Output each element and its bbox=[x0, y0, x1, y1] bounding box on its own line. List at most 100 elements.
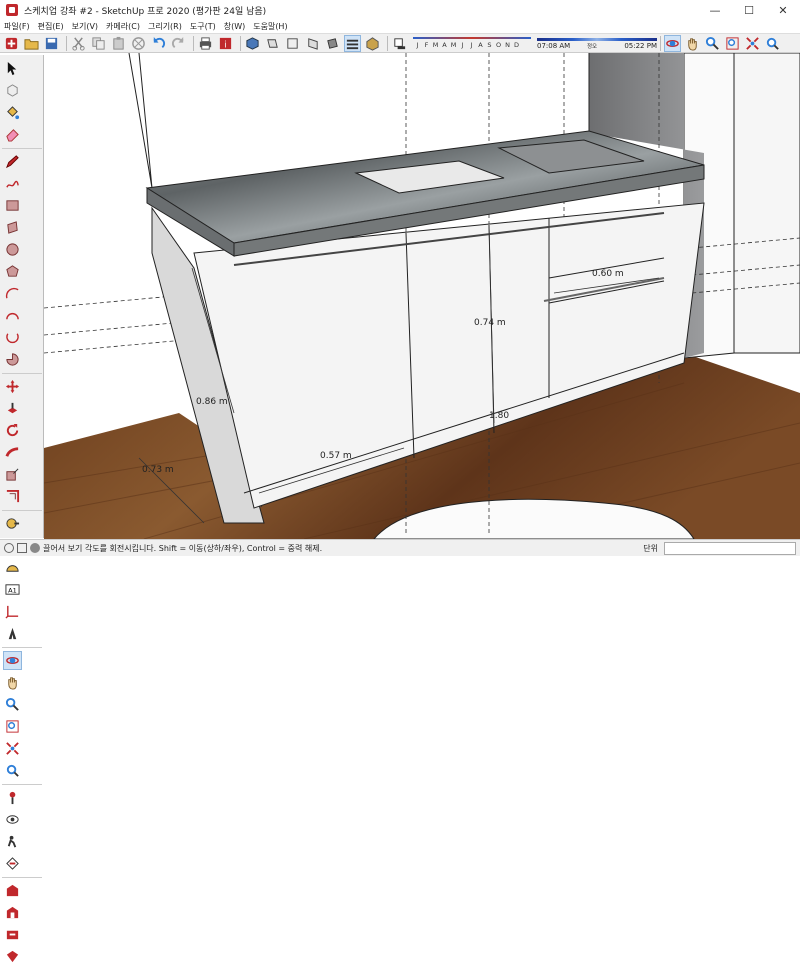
menu-file[interactable]: 파일(F) bbox=[0, 21, 34, 32]
month-label: O bbox=[495, 40, 502, 49]
zoom-icon[interactable] bbox=[704, 35, 721, 52]
rotate-icon[interactable] bbox=[3, 421, 22, 440]
select-arrow-icon[interactable] bbox=[3, 59, 22, 78]
geo-location-icon[interactable] bbox=[4, 543, 14, 553]
menu-draw[interactable]: 그리기(R) bbox=[144, 21, 186, 32]
cut-icon[interactable] bbox=[70, 35, 87, 52]
back-view-icon[interactable] bbox=[324, 35, 341, 52]
new-file-icon[interactable] bbox=[3, 35, 20, 52]
tape-measure-icon[interactable] bbox=[3, 514, 22, 533]
month-label: F bbox=[424, 40, 429, 49]
shadow-month-slider[interactable]: J F M A M J J A S O N D bbox=[413, 35, 533, 52]
menu-camera[interactable]: 카메라(C) bbox=[102, 21, 144, 32]
menu-edit[interactable]: 편집(E) bbox=[34, 21, 68, 32]
shadow-toggle-icon[interactable] bbox=[391, 35, 408, 52]
text-icon[interactable]: A1 bbox=[3, 580, 22, 599]
front-view-icon[interactable] bbox=[284, 35, 301, 52]
dimension-label-height-center[interactable]: 0.74 m bbox=[474, 318, 506, 328]
polygon-icon[interactable] bbox=[3, 262, 22, 281]
position-camera-icon[interactable] bbox=[3, 788, 22, 807]
freehand-icon[interactable] bbox=[3, 174, 22, 193]
menu-help[interactable]: 도움말(H) bbox=[249, 21, 291, 32]
month-label: J bbox=[461, 40, 464, 49]
zoom-window-tool-icon[interactable] bbox=[3, 717, 22, 736]
dimension-label-height-left[interactable]: 0.86 m bbox=[196, 397, 228, 407]
arc-icon[interactable] bbox=[3, 284, 22, 303]
menu-view[interactable]: 보기(V) bbox=[68, 21, 102, 32]
offset-icon[interactable] bbox=[3, 487, 22, 506]
push-pull-icon[interactable] bbox=[3, 399, 22, 418]
3d-text-icon[interactable] bbox=[3, 624, 22, 643]
previous-tool-icon[interactable] bbox=[3, 761, 22, 780]
two-point-arc-icon[interactable] bbox=[3, 306, 22, 325]
minimize-button[interactable]: — bbox=[698, 0, 732, 20]
print-icon[interactable] bbox=[197, 35, 214, 52]
open-folder-icon[interactable] bbox=[23, 35, 40, 52]
palette-separator bbox=[2, 877, 42, 878]
top-view-icon[interactable] bbox=[264, 35, 281, 52]
move-icon[interactable] bbox=[3, 377, 22, 396]
follow-me-icon[interactable] bbox=[3, 443, 22, 462]
warehouse-icon[interactable] bbox=[3, 881, 22, 900]
monochrome-icon[interactable] bbox=[364, 35, 381, 52]
month-label: N bbox=[505, 40, 510, 49]
zoom-extents-icon[interactable] bbox=[744, 35, 761, 52]
dimension-label-width-bottom[interactable]: 0.57 m bbox=[320, 451, 352, 461]
dimension-label-height-lower[interactable]: 1.80 bbox=[489, 411, 509, 421]
walk-icon[interactable] bbox=[3, 832, 22, 851]
close-button[interactable]: ✕ bbox=[766, 0, 800, 20]
info-icon[interactable] bbox=[30, 543, 40, 553]
eraser-icon[interactable] bbox=[3, 125, 22, 144]
rotated-rectangle-icon[interactable] bbox=[3, 218, 22, 237]
axes-icon[interactable] bbox=[3, 602, 22, 621]
dimension-label-depth-floor[interactable]: 0.73 m bbox=[142, 465, 174, 475]
line-pencil-icon[interactable] bbox=[3, 152, 22, 171]
toolbar-separator bbox=[66, 35, 67, 51]
erase-icon[interactable] bbox=[130, 35, 147, 52]
sketchup-logo-icon bbox=[6, 4, 18, 16]
redo-icon[interactable] bbox=[170, 35, 187, 52]
dimension-label-drawer-width[interactable]: 0.60 m bbox=[592, 269, 624, 279]
sunrise-time: 07:08 AM bbox=[537, 41, 571, 50]
measurements-input[interactable] bbox=[664, 541, 796, 555]
zoom-extents-tool-icon[interactable] bbox=[3, 739, 22, 758]
pie-icon[interactable] bbox=[3, 350, 22, 369]
save-icon[interactable] bbox=[43, 35, 60, 52]
make-component-icon[interactable] bbox=[3, 81, 22, 100]
model-viewport[interactable]: 0.86 m 0.57 m 0.73 m 0.74 m 1.80 0.60 m bbox=[44, 53, 800, 539]
zoom-tool-icon[interactable] bbox=[3, 695, 22, 714]
maximize-button[interactable]: ☐ bbox=[732, 0, 766, 20]
protractor-icon[interactable] bbox=[3, 558, 22, 577]
menu-window[interactable]: 창(W) bbox=[220, 21, 250, 32]
month-label: D bbox=[513, 40, 519, 49]
svg-text:A1: A1 bbox=[8, 586, 17, 594]
measurements-label: 단위 bbox=[643, 543, 658, 553]
shaded-textures-icon[interactable] bbox=[344, 34, 361, 52]
share-model-icon[interactable] bbox=[3, 925, 22, 944]
section-plane-icon[interactable] bbox=[3, 854, 22, 873]
toolbar-separator bbox=[193, 35, 194, 51]
look-around-icon[interactable] bbox=[3, 810, 22, 829]
orbit-tool-icon[interactable] bbox=[3, 651, 22, 670]
rectangle-icon[interactable] bbox=[3, 196, 22, 215]
zoom-window-icon[interactable] bbox=[724, 35, 741, 52]
shadow-time-slider[interactable]: 07:08 AM 정오 05:22 PM bbox=[537, 35, 657, 52]
orbit-icon[interactable] bbox=[664, 34, 681, 52]
pan-tool-icon[interactable] bbox=[3, 673, 22, 692]
previous-view-icon[interactable] bbox=[764, 35, 781, 52]
layout-send-icon[interactable] bbox=[3, 947, 22, 966]
undo-icon[interactable] bbox=[150, 35, 167, 52]
right-view-icon[interactable] bbox=[304, 35, 321, 52]
iso-view-icon[interactable] bbox=[244, 35, 261, 52]
scale-icon[interactable] bbox=[3, 465, 22, 484]
three-point-arc-icon[interactable] bbox=[3, 328, 22, 347]
credits-icon[interactable] bbox=[17, 543, 27, 553]
menu-tools[interactable]: 도구(T) bbox=[186, 21, 220, 32]
model-info-icon[interactable]: i bbox=[217, 35, 234, 52]
paste-icon[interactable] bbox=[110, 35, 127, 52]
extension-warehouse-icon[interactable] bbox=[3, 903, 22, 922]
paint-bucket-icon[interactable] bbox=[3, 103, 22, 122]
pan-hand-icon[interactable] bbox=[684, 35, 701, 52]
copy-icon[interactable] bbox=[90, 35, 107, 52]
circle-icon[interactable] bbox=[3, 240, 22, 259]
